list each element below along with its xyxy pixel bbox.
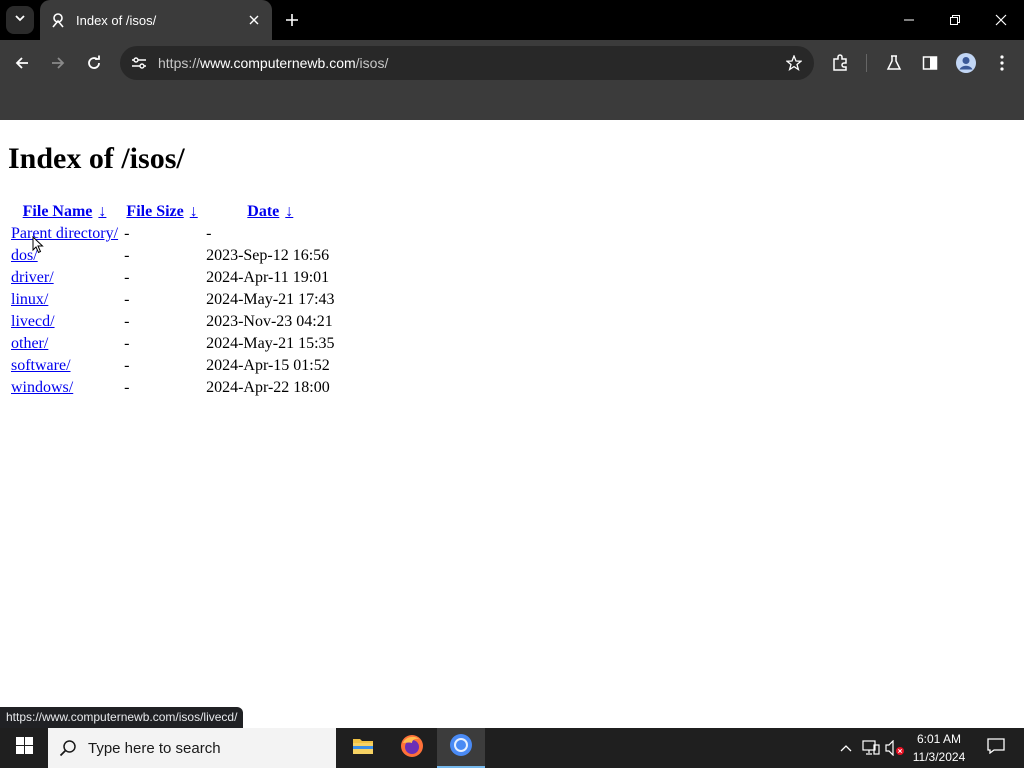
clock-date: 11/3/2024 <box>912 750 966 764</box>
windows-taskbar: Type here to search 6:01 AM 11/3/2024 <box>0 728 1024 768</box>
menu-kebab-icon[interactable] <box>988 49 1016 77</box>
date-cell: 2024-Apr-22 18:00 <box>206 379 330 396</box>
table-row: linux/ - 2024-May-21 17:43 <box>8 289 338 311</box>
system-clock[interactable]: 6:01 AM 11/3/2024 <box>906 730 972 766</box>
date-cell: 2023-Nov-23 04:21 <box>206 313 333 330</box>
search-placeholder: Type here to search <box>88 739 221 757</box>
file-size-cell: - <box>124 225 130 242</box>
tab-active[interactable]: Index of /isos/ <box>40 0 272 40</box>
column-header-name[interactable]: File Name ↓ <box>8 201 121 223</box>
labs-flask-icon[interactable] <box>880 49 908 77</box>
table-row: other/ - 2024-May-21 15:35 <box>8 333 338 355</box>
date-cell: 2023-Sep-12 16:56 <box>206 247 330 264</box>
notification-center-button[interactable] <box>976 728 1016 768</box>
file-size-cell: - <box>124 379 130 396</box>
sort-by-name-link[interactable]: File Name ↓ <box>23 203 107 220</box>
file-explorer-button[interactable] <box>339 728 387 768</box>
directory-link[interactable]: other/ <box>11 335 48 352</box>
column-header-date[interactable]: Date ↓ <box>203 201 337 223</box>
site-favicon-icon <box>50 12 66 28</box>
directory-link[interactable]: livecd/ <box>11 313 55 330</box>
column-header-size[interactable]: File Size ↓ <box>121 201 203 223</box>
side-panel-icon[interactable] <box>916 49 944 77</box>
table-header-row: File Name ↓ File Size ↓ Date ↓ <box>8 201 338 223</box>
restore-button[interactable] <box>932 0 978 40</box>
url-text: https://www.computernewb.com/isos/ <box>158 55 389 71</box>
file-size-cell: - <box>124 291 130 308</box>
table-row: windows/ - 2024-Apr-22 18:00 <box>8 377 338 399</box>
firefox-icon <box>400 734 424 763</box>
extensions-button[interactable] <box>826 49 854 77</box>
tab-strip: Index of /isos/ <box>0 0 1024 40</box>
sort-by-size-link[interactable]: File Size ↓ <box>126 203 197 220</box>
taskbar-search-box[interactable]: Type here to search <box>48 728 336 768</box>
network-icon[interactable] <box>861 738 881 758</box>
file-size-cell: - <box>124 247 130 264</box>
search-icon <box>48 728 88 768</box>
chrome-icon <box>449 733 473 762</box>
file-size-cell: - <box>124 313 130 330</box>
directory-link[interactable]: linux/ <box>11 291 48 308</box>
close-window-button[interactable] <box>978 0 1024 40</box>
bookmarks-bar <box>0 86 1024 120</box>
directory-link[interactable]: Parent directory/ <box>11 225 118 242</box>
file-size-cell: - <box>124 357 130 374</box>
folder-icon <box>352 737 374 760</box>
minimize-button[interactable] <box>886 0 932 40</box>
bookmark-star-icon[interactable] <box>784 53 804 73</box>
directory-link[interactable]: software/ <box>11 357 71 374</box>
table-row: Parent directory/ - - <box>8 223 338 245</box>
page-title: Index of /isos/ <box>8 142 185 175</box>
forward-button[interactable] <box>44 49 72 77</box>
sort-by-date-link[interactable]: Date ↓ <box>247 203 293 220</box>
volume-muted-icon[interactable] <box>885 738 905 758</box>
date-cell: 2024-May-21 15:35 <box>206 335 335 352</box>
table-row: livecd/ - 2023-Nov-23 04:21 <box>8 311 338 333</box>
mouse-pointer-icon <box>32 235 44 259</box>
show-hidden-icons-chevron-icon[interactable] <box>836 738 856 758</box>
browser-toolbar: https://www.computernewb.com/isos/ <box>0 40 1024 86</box>
back-button[interactable] <box>8 49 36 77</box>
date-cell: - <box>206 225 212 242</box>
new-tab-button[interactable] <box>280 8 304 32</box>
table-row: software/ - 2024-Apr-15 01:52 <box>8 355 338 377</box>
table-row: driver/ - 2024-Apr-11 19:01 <box>8 267 338 289</box>
date-cell: 2024-Apr-11 19:01 <box>206 269 330 286</box>
clock-time: 6:01 AM <box>916 732 962 746</box>
toolbar-divider <box>866 54 867 72</box>
address-bar[interactable]: https://www.computernewb.com/isos/ <box>120 46 814 80</box>
directory-listing-table: File Name ↓ File Size ↓ Date ↓ Parent direc… <box>8 201 338 399</box>
file-size-cell: - <box>124 335 130 352</box>
tab-title: Index of /isos/ <box>76 12 157 28</box>
start-button[interactable] <box>0 728 48 768</box>
table-row: dos/ - 2023-Sep-12 16:56 <box>8 245 338 267</box>
directory-link[interactable]: windows/ <box>11 379 73 396</box>
reload-button[interactable] <box>80 49 108 77</box>
firefox-button[interactable] <box>388 728 436 768</box>
directory-link[interactable]: driver/ <box>11 269 54 286</box>
tab-search-button[interactable] <box>6 6 34 34</box>
file-size-cell: - <box>124 269 130 286</box>
chevron-down-icon <box>14 11 26 29</box>
close-tab-icon[interactable] <box>246 12 262 28</box>
link-status-bubble: https://www.computernewb.com/isos/livecd… <box>0 707 244 728</box>
site-info-icon[interactable] <box>122 46 156 80</box>
page-content: Index of /isos/ File Name ↓ File Size ↓ Da… <box>0 120 1024 728</box>
date-cell: 2024-May-21 17:43 <box>206 291 335 308</box>
notification-icon <box>987 737 1005 759</box>
windows-logo-icon <box>15 737 33 759</box>
profile-avatar-icon[interactable] <box>952 49 980 77</box>
date-cell: 2024-Apr-15 01:52 <box>206 357 330 374</box>
chrome-button[interactable] <box>437 728 485 768</box>
